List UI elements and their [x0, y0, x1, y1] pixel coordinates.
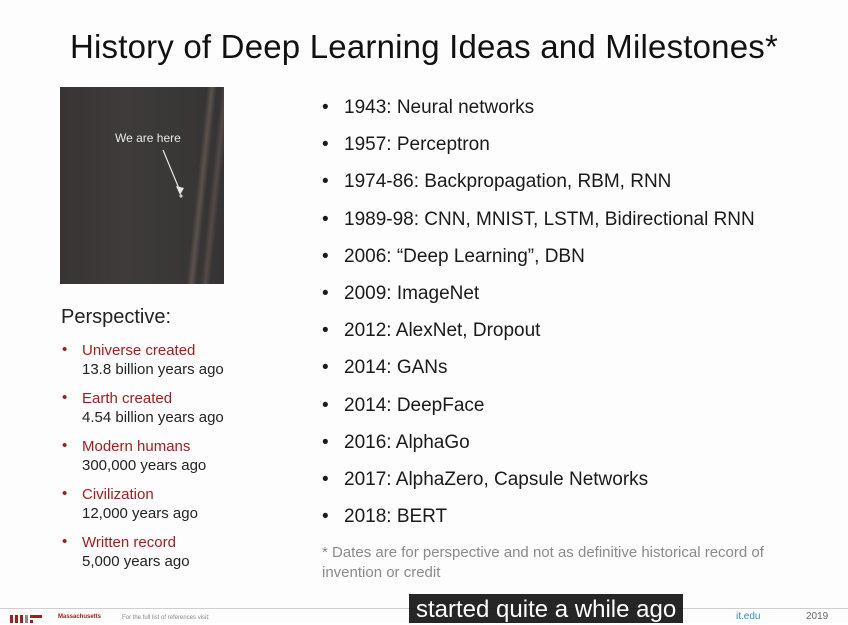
- bullet-icon: •: [322, 468, 329, 490]
- bullet-icon: •: [62, 437, 68, 454]
- bullet-icon: •: [322, 282, 329, 304]
- footnote: * Dates are for perspective and not as d…: [322, 544, 764, 581]
- milestone-item: • 1989-98: CNN, MNIST, LSTM, Bidirectiona…: [322, 208, 755, 230]
- milestone-item: • 2018: BERT: [322, 506, 448, 528]
- milestone-item: • 2017: AlphaZero, Capsule Networks: [322, 468, 649, 490]
- milestone-item: • 2012: AlexNet, Dropout: [322, 320, 541, 342]
- bullet-icon: •: [62, 389, 68, 406]
- milestone-item: • 1974-86: Backpropagation, RBM, RNN: [322, 171, 672, 193]
- bullet-icon: •: [322, 320, 329, 342]
- perspective-list: • Universe created 13.8 billion years ag…: [62, 341, 224, 581]
- mit-logo-icon: [10, 615, 42, 623]
- bullet-icon: •: [62, 533, 68, 550]
- bullet-icon: •: [322, 134, 329, 156]
- milestone-item: • 2009: ImageNet: [322, 282, 480, 304]
- milestone-item: • 2014: DeepFace: [322, 394, 485, 416]
- bullet-icon: •: [322, 208, 329, 230]
- bullet-icon: •: [322, 506, 329, 528]
- milestone-item: • 2014: GANs: [322, 357, 448, 379]
- bullet-icon: •: [322, 431, 329, 453]
- video-caption: started quite a while ago: [409, 594, 684, 623]
- slide: History of Deep Learning Ideas and Miles…: [0, 0, 848, 623]
- milestone-item: • 1943: Neural networks: [322, 97, 535, 118]
- pale-blue-dot-photo: We are here: [60, 87, 224, 284]
- bullet-icon: •: [322, 245, 329, 267]
- milestone-list: • 1943: Neural networks • 1957: Perceptron…: [322, 96, 755, 542]
- perspective-item: • Written record 5,000 years ago: [62, 533, 190, 570]
- arrow-icon: [162, 149, 184, 198]
- milestone-item: • 2016: AlphaGo: [322, 431, 470, 453]
- milestone-item: • 1957: Perceptron: [322, 134, 490, 156]
- perspective-item: • Earth created 4.54 billion years ago: [62, 389, 224, 426]
- bullet-icon: •: [322, 171, 329, 193]
- slide-title: History of Deep Learning Ideas and Miles…: [69, 28, 779, 65]
- bullet-icon: •: [322, 394, 329, 416]
- bullet-icon: •: [62, 341, 68, 358]
- bullet-icon: •: [322, 357, 329, 379]
- footer-reference: For the full list of references visit:: [122, 615, 210, 621]
- milestone-item: • 2006: “Deep Learning”, DBN: [322, 245, 585, 267]
- perspective-item: • Civilization 12,000 years ago: [62, 485, 198, 522]
- perspective-heading: Perspective:: [61, 306, 172, 328]
- bullet-icon: •: [322, 97, 329, 118]
- footer-year: 2019: [806, 611, 829, 622]
- footer-link[interactable]: it.edu: [736, 611, 760, 622]
- bullet-icon: •: [62, 485, 68, 502]
- perspective-item: • Universe created 13.8 billion years ag…: [62, 341, 224, 378]
- footer-logo-text: Massachusetts: [58, 614, 102, 620]
- perspective-item: • Modern humans 300,000 years ago: [62, 437, 207, 474]
